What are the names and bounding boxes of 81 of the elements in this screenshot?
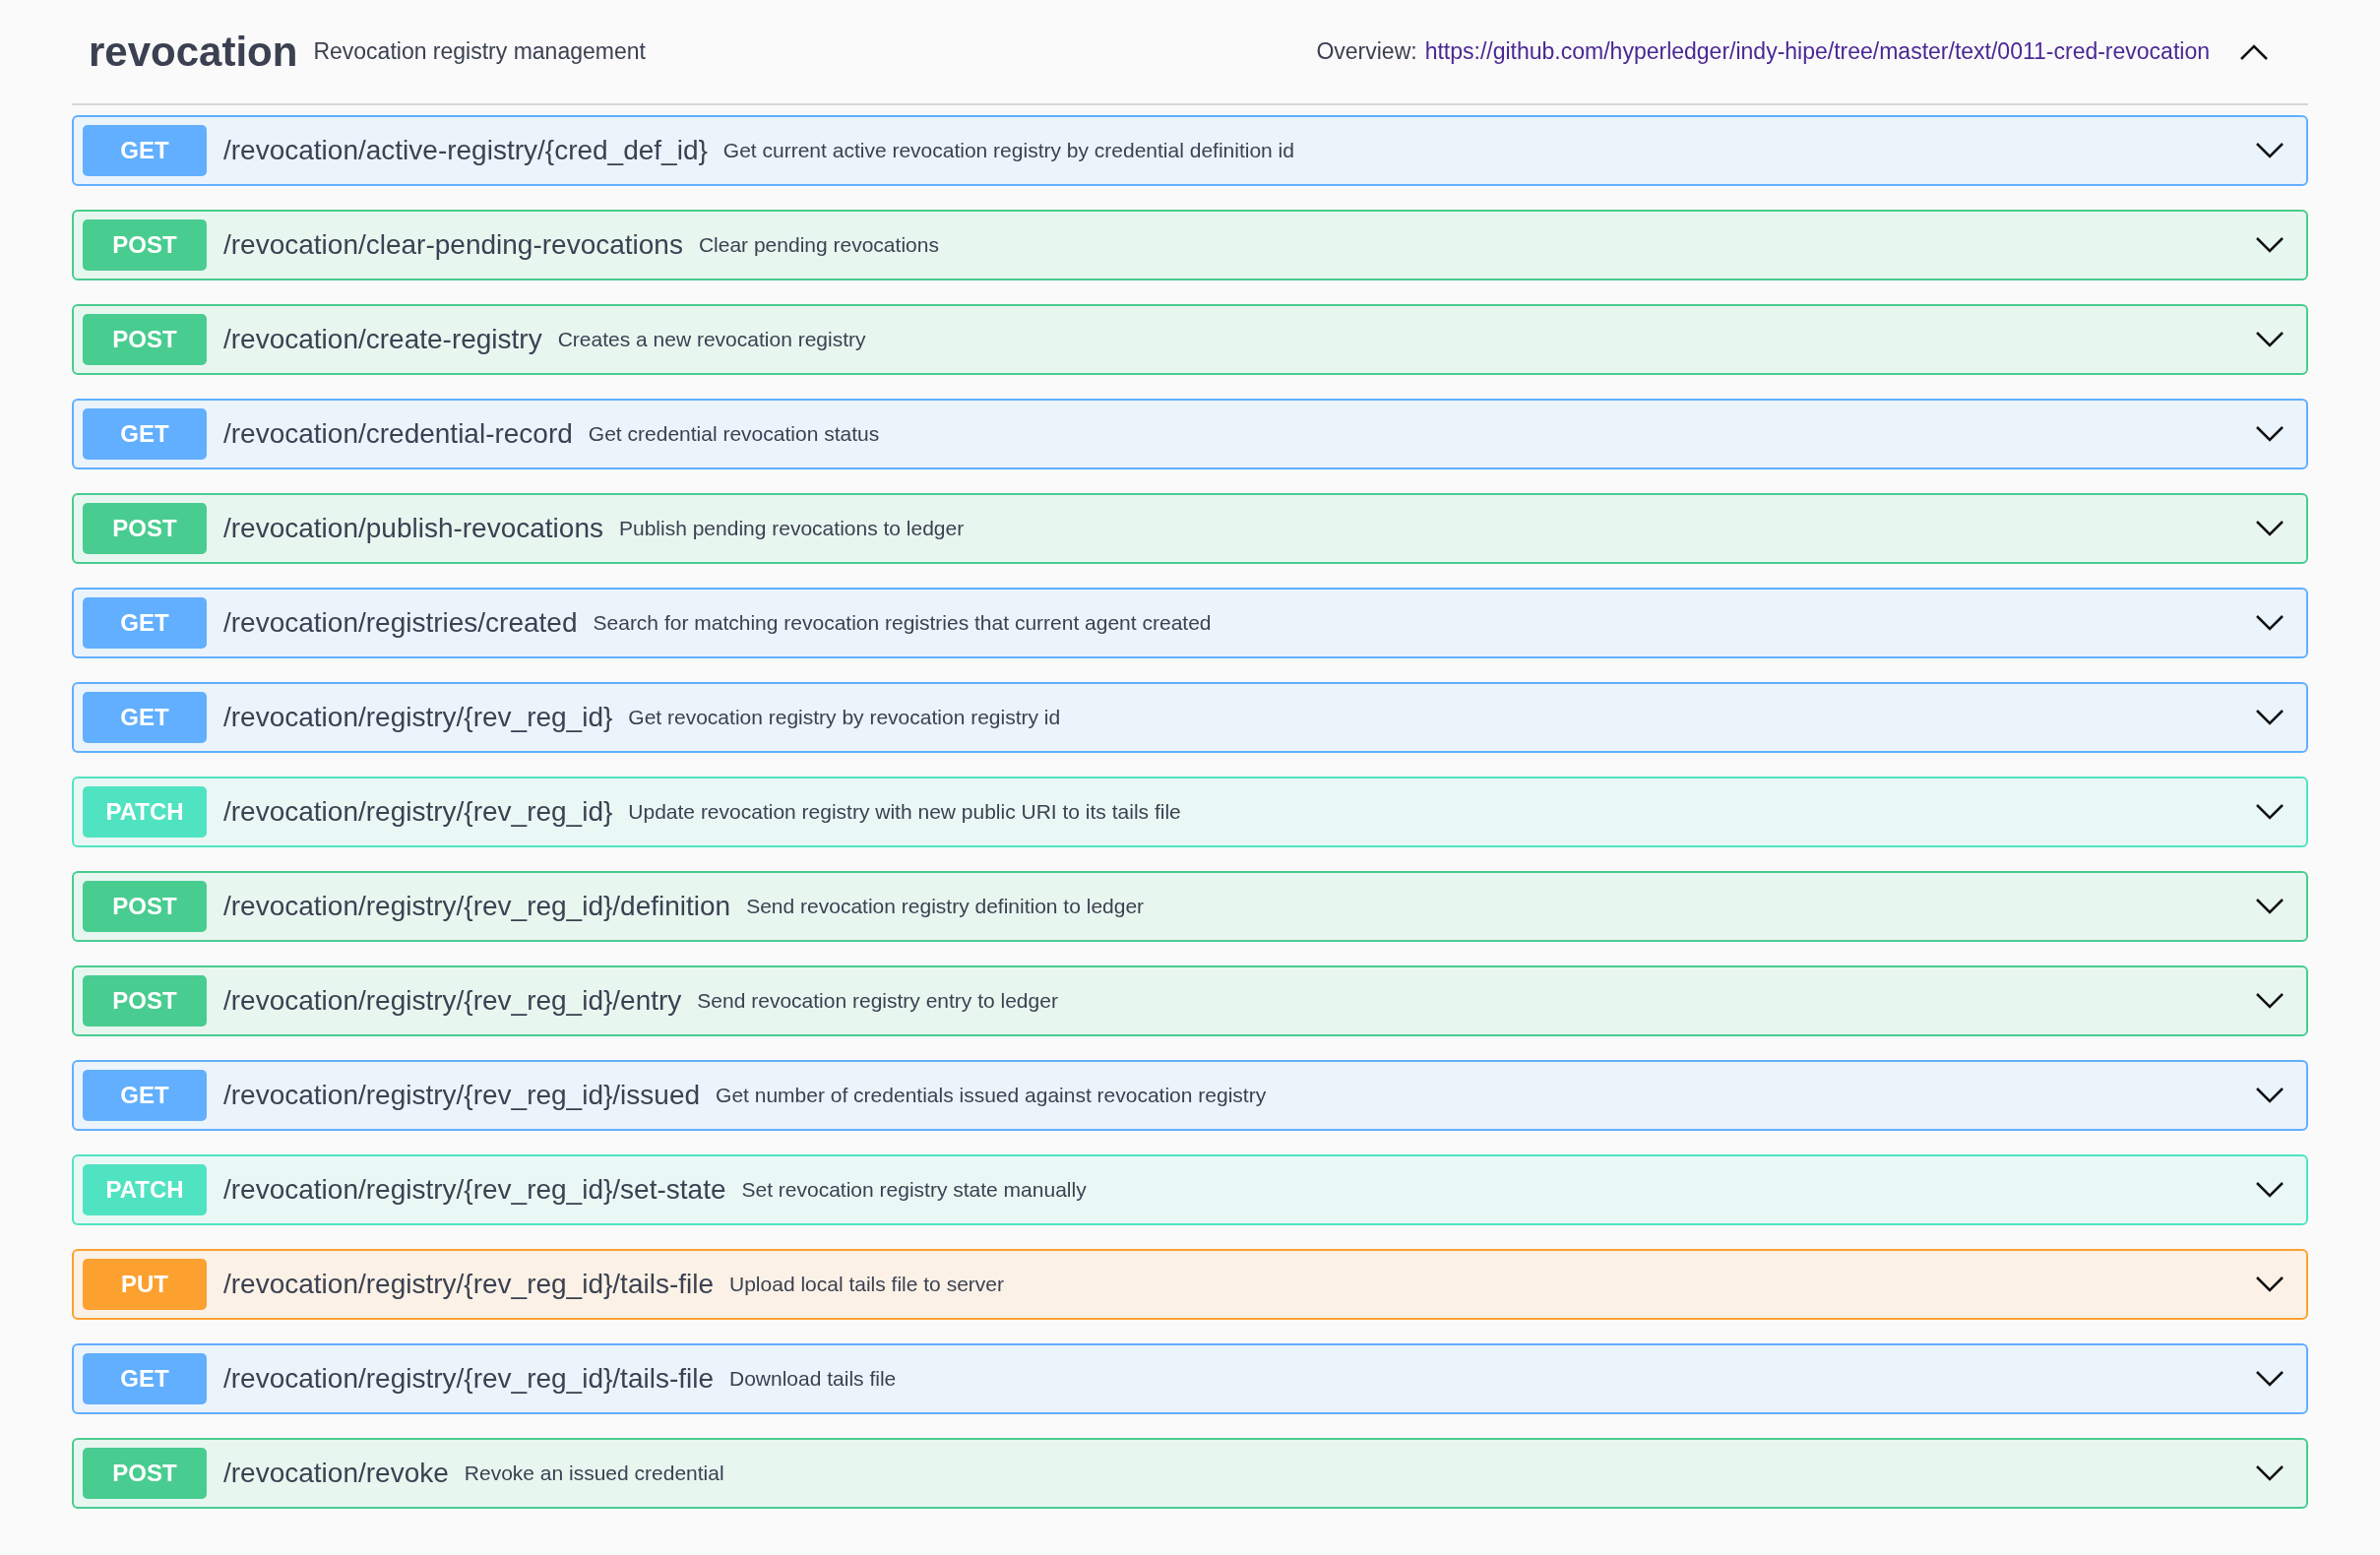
endpoint-summary: Get current active revocation registry by credential definition id: [722, 138, 1294, 164]
method-badge: GET: [83, 125, 207, 176]
method-badge: GET: [83, 1070, 207, 1121]
endpoint-summary: Send revocation registry definition to ledger: [746, 894, 1145, 920]
method-badge: GET: [83, 692, 207, 743]
method-badge: GET: [83, 1353, 207, 1404]
endpoint-summary: Clear pending revocations: [698, 232, 939, 259]
overview-link[interactable]: https://github.com/hyperledger/indy-hipe/tree/master/text/0011-cred-revocation: [1424, 34, 2210, 69]
section-description: Revocation registry management: [313, 37, 646, 67]
expand-chevron-icon[interactable]: [2255, 1181, 2285, 1199]
method-badge: GET: [83, 408, 207, 460]
endpoint-path: /revocation/registry/{rev_reg_id}/tails-file: [223, 1268, 714, 1301]
expand-chevron-icon[interactable]: [2255, 1087, 2285, 1104]
operation-row[interactable]: GET /revocation/registry/{rev_reg_id} Get revocation registry by revocation registry id: [72, 682, 2308, 753]
method-badge: PUT: [83, 1259, 207, 1310]
operation-row[interactable]: GET /revocation/registries/created Search for matching revocation registries that current agent created: [72, 588, 2308, 658]
endpoint-path: /revocation/publish-revocations: [223, 512, 603, 545]
expand-chevron-icon[interactable]: [2255, 142, 2285, 159]
collapse-chevron-icon[interactable]: [2239, 42, 2269, 61]
endpoint-summary: Get credential revocation status: [588, 421, 880, 448]
section-title: revocation: [89, 28, 298, 77]
expand-chevron-icon[interactable]: [2255, 898, 2285, 915]
operation-row[interactable]: PUT /revocation/registry/{rev_reg_id}/tails-file Upload local tails file to server: [72, 1249, 2308, 1320]
expand-chevron-icon[interactable]: [2255, 236, 2285, 254]
operation-row[interactable]: GET /revocation/registry/{rev_reg_id}/issued Get number of credentials issued against revocation registry: [72, 1060, 2308, 1131]
operation-row[interactable]: GET /revocation/registry/{rev_reg_id}/tails-file Download tails file: [72, 1343, 2308, 1414]
expand-chevron-icon[interactable]: [2255, 1464, 2285, 1482]
endpoint-path: /revocation/registry/{rev_reg_id}: [223, 795, 613, 829]
endpoint-path: /revocation/revoke: [223, 1457, 449, 1490]
endpoint-path: /revocation/registry/{rev_reg_id}: [223, 701, 613, 734]
method-badge: POST: [83, 503, 207, 554]
operation-row[interactable]: GET /revocation/active-registry/{cred_def_id} Get current active revocation registry by credential definition id: [72, 115, 2308, 186]
endpoint-path: /revocation/create-registry: [223, 323, 542, 356]
operation-row[interactable]: POST /revocation/create-registry Creates a new revocation registry: [72, 304, 2308, 375]
method-badge: POST: [83, 219, 207, 271]
endpoint-path: /revocation/registries/created: [223, 606, 578, 640]
endpoint-summary: Set revocation registry state manually: [741, 1177, 1087, 1204]
operation-row[interactable]: POST /revocation/revoke Revoke an issued credential: [72, 1438, 2308, 1509]
endpoint-path: /revocation/credential-record: [223, 417, 573, 451]
expand-chevron-icon[interactable]: [2255, 1370, 2285, 1388]
expand-chevron-icon[interactable]: [2255, 803, 2285, 821]
endpoint-path: /revocation/registry/{rev_reg_id}/tails-file: [223, 1362, 714, 1396]
overview-label: Overview:: [1316, 37, 1417, 67]
endpoint-path: /revocation/registry/{rev_reg_id}/definition: [223, 890, 731, 923]
operation-row[interactable]: PATCH /revocation/registry/{rev_reg_id}/set-state Set revocation registry state manually: [72, 1154, 2308, 1225]
endpoint-summary: Revoke an issued credential: [464, 1461, 724, 1487]
expand-chevron-icon[interactable]: [2255, 520, 2285, 537]
endpoint-path: /revocation/registry/{rev_reg_id}/issued: [223, 1079, 701, 1112]
operation-row[interactable]: POST /revocation/clear-pending-revocations Clear pending revocations: [72, 210, 2308, 280]
operation-row[interactable]: POST /revocation/publish-revocations Publish pending revocations to ledger: [72, 493, 2308, 564]
section-header[interactable]: revocation Revocation registry management Overview: https://github.com/hyperledger/indy-hipe/tree/master/text/0011-cred-revocation: [72, 0, 2308, 105]
endpoint-summary: Get revocation registry by revocation registry id: [628, 705, 1061, 731]
endpoint-summary: Update revocation registry with new public URI to its tails file: [628, 799, 1181, 826]
endpoint-path: /revocation/registry/{rev_reg_id}/entry: [223, 984, 682, 1018]
endpoint-summary: Send revocation registry entry to ledger: [697, 988, 1058, 1015]
endpoint-summary: Publish pending revocations to ledger: [619, 516, 965, 542]
operation-row[interactable]: POST /revocation/registry/{rev_reg_id}/entry Send revocation registry entry to ledger: [72, 965, 2308, 1036]
method-badge: POST: [83, 975, 207, 1026]
method-badge: POST: [83, 1448, 207, 1499]
endpoint-path: /revocation/active-registry/{cred_def_id}: [223, 134, 708, 167]
endpoint-summary: Creates a new revocation registry: [557, 327, 866, 353]
endpoint-summary: Download tails file: [729, 1366, 897, 1393]
endpoint-summary: Search for matching revocation registries that current agent created: [593, 610, 1212, 637]
endpoint-summary: Upload local tails file to server: [729, 1272, 1004, 1298]
method-badge: PATCH: [83, 786, 207, 838]
expand-chevron-icon[interactable]: [2255, 331, 2285, 348]
expand-chevron-icon[interactable]: [2255, 614, 2285, 632]
endpoint-path: /revocation/clear-pending-revocations: [223, 228, 683, 262]
operation-row[interactable]: POST /revocation/registry/{rev_reg_id}/definition Send revocation registry definition to ledger: [72, 871, 2308, 942]
method-badge: GET: [83, 597, 207, 649]
method-badge: PATCH: [83, 1164, 207, 1215]
endpoint-summary: Get number of credentials issued against revocation registry: [716, 1083, 1267, 1109]
operation-row[interactable]: GET /revocation/credential-record Get credential revocation status: [72, 399, 2308, 469]
expand-chevron-icon[interactable]: [2255, 1275, 2285, 1293]
endpoint-path: /revocation/registry/{rev_reg_id}/set-state: [223, 1173, 726, 1207]
operation-row[interactable]: PATCH /revocation/registry/{rev_reg_id} Update revocation registry with new public URI to its tails file: [72, 777, 2308, 847]
expand-chevron-icon[interactable]: [2255, 709, 2285, 726]
expand-chevron-icon[interactable]: [2255, 992, 2285, 1010]
expand-chevron-icon[interactable]: [2255, 425, 2285, 443]
method-badge: POST: [83, 881, 207, 932]
method-badge: POST: [83, 314, 207, 365]
